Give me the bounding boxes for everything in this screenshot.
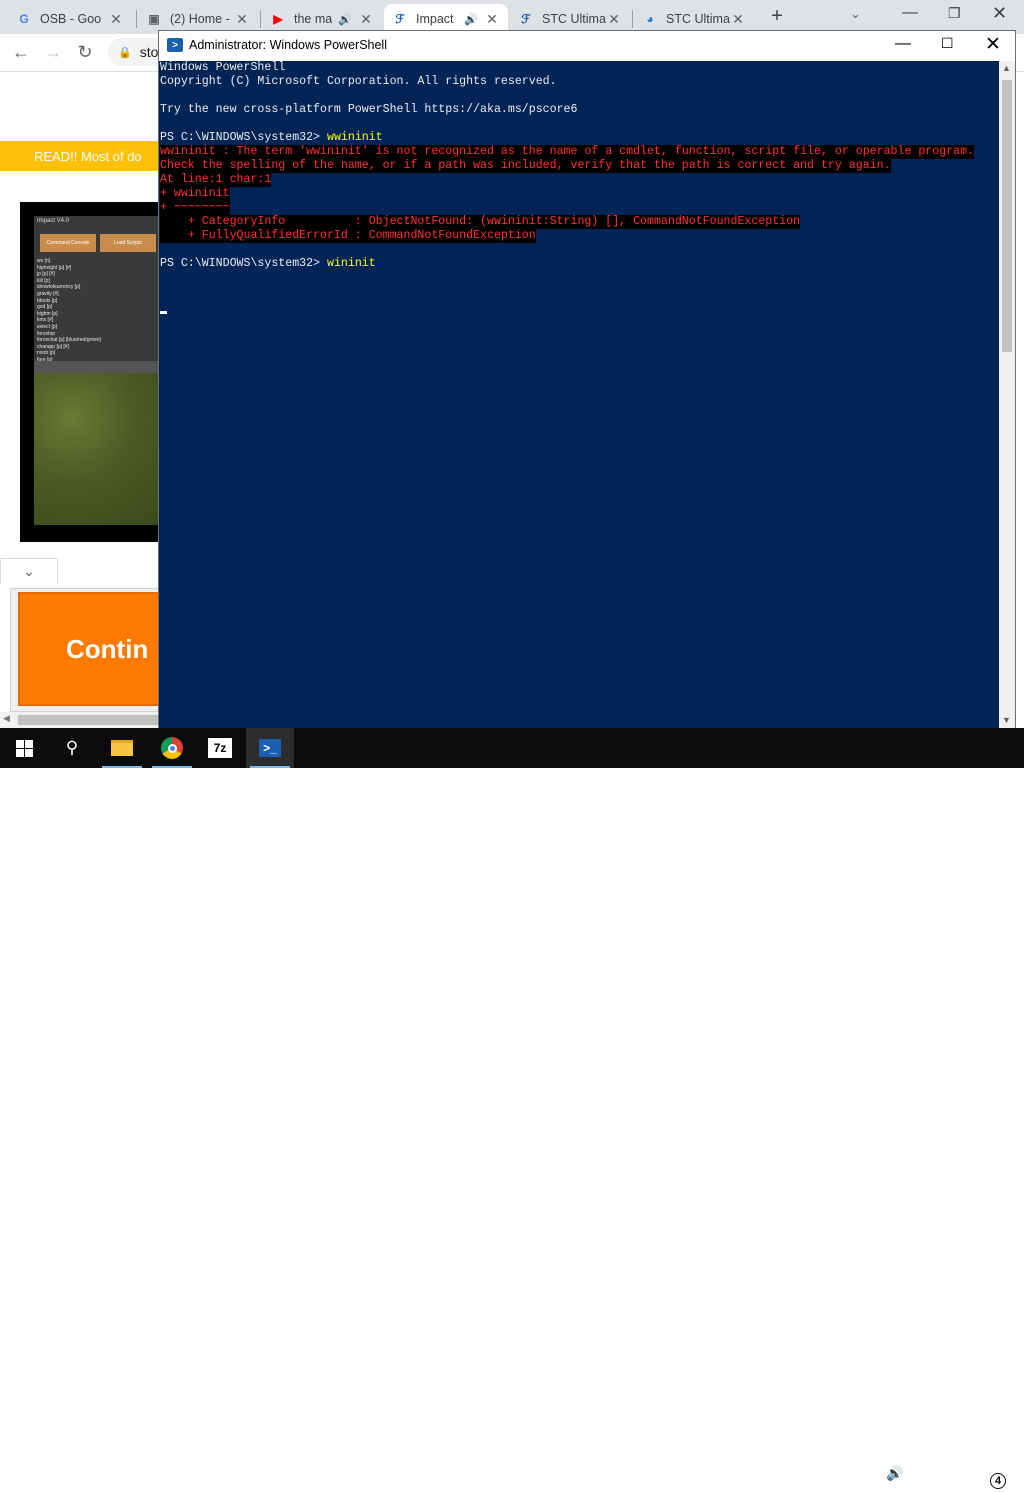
tab-title: STC Ultima (666, 12, 730, 26)
error-line: Check the spelling of the name, or if a … (160, 159, 891, 173)
command-list: ws [n] hipheight [p] [#] jp [p] [#] kill… (37, 258, 101, 363)
tab-separator (260, 10, 261, 28)
horizontal-scrollbar[interactable]: ◀ (0, 712, 160, 728)
tab-title: Impact (416, 12, 454, 26)
powershell-window: > Administrator: Windows PowerShell — ☐ … (158, 30, 1016, 729)
network-icon[interactable]: 🖧 (862, 1466, 878, 1490)
scrollbar-thumb[interactable] (18, 715, 160, 725)
prompt-text: PS C:\WINDOWS\system32> (160, 131, 327, 144)
close-icon[interactable]: ✕ (730, 11, 746, 28)
error-line: wwininit : The term 'wwininit' is not re… (160, 145, 975, 159)
window-title: Administrator: Windows PowerShell (189, 38, 387, 52)
forward-icon[interactable]: → (42, 42, 64, 63)
close-icon[interactable]: ✕ (985, 33, 1001, 56)
system-clock[interactable]: 12:12 AM 4/3/2022 (906, 1458, 972, 1492)
tab-strip: G OSB - Goo ✕ ▣ (2) Home - ✕ ▶ the ma 🔊 … (0, 0, 1024, 34)
taskbar: ⚲ 7z >_ 🖧 🔊 12:12 AM 4/3/2022 🗨 4 (0, 728, 1024, 1490)
maximize-icon[interactable]: ☐ (941, 35, 954, 52)
command-text: wininit (326, 257, 376, 270)
search-icon[interactable]: ⚲ (48, 728, 96, 768)
chrome-icon (161, 737, 183, 759)
console-line: Copyright (C) Microsoft Corporation. All… (160, 75, 557, 88)
scroll-up-icon[interactable]: ▲ (1002, 63, 1011, 73)
google-icon: G (19, 12, 29, 26)
prompt-line: PS C:\WINDOWS\system32> wininit (160, 257, 376, 271)
start-button[interactable] (0, 728, 48, 768)
console-line: Windows PowerShell (160, 61, 286, 74)
tab-title: STC Ultima (542, 12, 606, 26)
new-tab-button[interactable]: + (766, 5, 788, 28)
reload-icon[interactable]: ↻ (74, 42, 96, 63)
powershell-title-bar[interactable]: > Administrator: Windows PowerShell — ☐ … (159, 31, 1015, 60)
speaker-icon[interactable]: 🔊 (464, 13, 478, 26)
7zip-button[interactable]: 7z (196, 728, 244, 768)
vertical-scrollbar[interactable]: ▲ ▼ (999, 61, 1015, 729)
prompt-text: PS C:\WINDOWS\system32> (160, 257, 327, 270)
console-output[interactable]: Windows PowerShell Copyright (C) Microso… (159, 61, 999, 729)
folder-icon (111, 740, 133, 756)
action-center-button[interactable]: 🗨 4 (980, 1463, 1008, 1489)
scroll-left-icon[interactable]: ◀ (3, 713, 10, 724)
7zip-icon: 7z (208, 738, 232, 758)
tab-title: OSB - Goo (40, 12, 102, 26)
chevron-down-icon[interactable]: ⌄ (0, 558, 58, 584)
banner-text: READ!! Most of do (34, 148, 142, 164)
tab-osb-google[interactable]: G OSB - Goo ✕ (8, 4, 132, 34)
roblox-icon: ▣ (148, 12, 160, 26)
speaker-icon[interactable]: 🔊 (338, 13, 352, 26)
powershell-taskbar-button[interactable]: >_ (246, 728, 294, 768)
impact-icon: ℱ (521, 12, 531, 26)
windows-logo-icon (15, 739, 33, 757)
close-icon[interactable]: ✕ (992, 3, 1007, 24)
chrome-button[interactable] (148, 728, 196, 768)
minimize-icon[interactable]: — (902, 4, 918, 22)
notification-badge: 4 (990, 1473, 1006, 1489)
error-line: + wwininit (160, 187, 230, 201)
close-icon[interactable]: ✕ (108, 11, 124, 28)
prompt-line: PS C:\WINDOWS\system32> wwininit (160, 131, 383, 145)
back-icon[interactable]: ← (10, 42, 32, 63)
command-console-button: Command Console (40, 234, 96, 252)
scroll-down-icon[interactable]: ▼ (1002, 715, 1011, 725)
tab-separator (136, 10, 137, 28)
address-text: sto (139, 44, 159, 60)
restore-icon[interactable]: ❐ (948, 5, 961, 22)
error-line: + CategoryInfo : ObjectNotFound: (wwinin… (160, 215, 801, 229)
minimize-icon[interactable]: — (895, 35, 911, 53)
scrollbar-thumb[interactable] (1002, 80, 1012, 352)
error-line: + FullyQualifiedErrorId : CommandNotFoun… (160, 229, 536, 243)
lock-icon: 🔒 (118, 46, 132, 59)
close-icon[interactable]: ✕ (484, 11, 500, 28)
impact-exploit-panel: Impact V4.0 Command Console Load Scripts… (34, 216, 160, 363)
tab-title: (2) Home - (170, 12, 230, 26)
file-explorer-button[interactable] (98, 728, 146, 768)
tab-separator (632, 10, 633, 28)
error-line: At line:1 char:1 (160, 173, 272, 187)
console-line: Try the new cross-platform PowerShell ht… (160, 103, 578, 116)
close-icon[interactable]: ✕ (358, 11, 374, 28)
error-line: + ~~~~~~~~ (160, 201, 230, 215)
continue-label: Contin (66, 633, 149, 664)
powershell-icon: > (167, 38, 183, 52)
load-scripts-button: Load Scripts (100, 234, 156, 252)
powershell-icon: >_ (259, 739, 281, 757)
close-icon[interactable]: ✕ (234, 11, 250, 28)
youtube-icon: ▶ (273, 12, 283, 26)
panel-divider (34, 361, 160, 373)
text-cursor (160, 311, 167, 314)
clock-time: 12:12 AM (913, 1459, 965, 1473)
volume-icon[interactable]: 🔊 (886, 1465, 903, 1482)
impact-icon: ℱ (395, 12, 405, 26)
close-icon[interactable]: ✕ (606, 11, 622, 28)
continue-button[interactable]: Contin (18, 592, 160, 706)
edge-icon: ◕ (646, 12, 654, 26)
clock-date: 4/3/2022 (915, 1476, 963, 1490)
game-terrain (34, 373, 160, 525)
command-text: wwininit (326, 131, 383, 144)
tab-search-icon[interactable]: ⌄ (850, 6, 861, 22)
tab-title: the ma (294, 12, 333, 26)
readme-banner: READ!! Most of do (0, 141, 160, 171)
panel-title: Impact V4.0 (37, 218, 70, 224)
